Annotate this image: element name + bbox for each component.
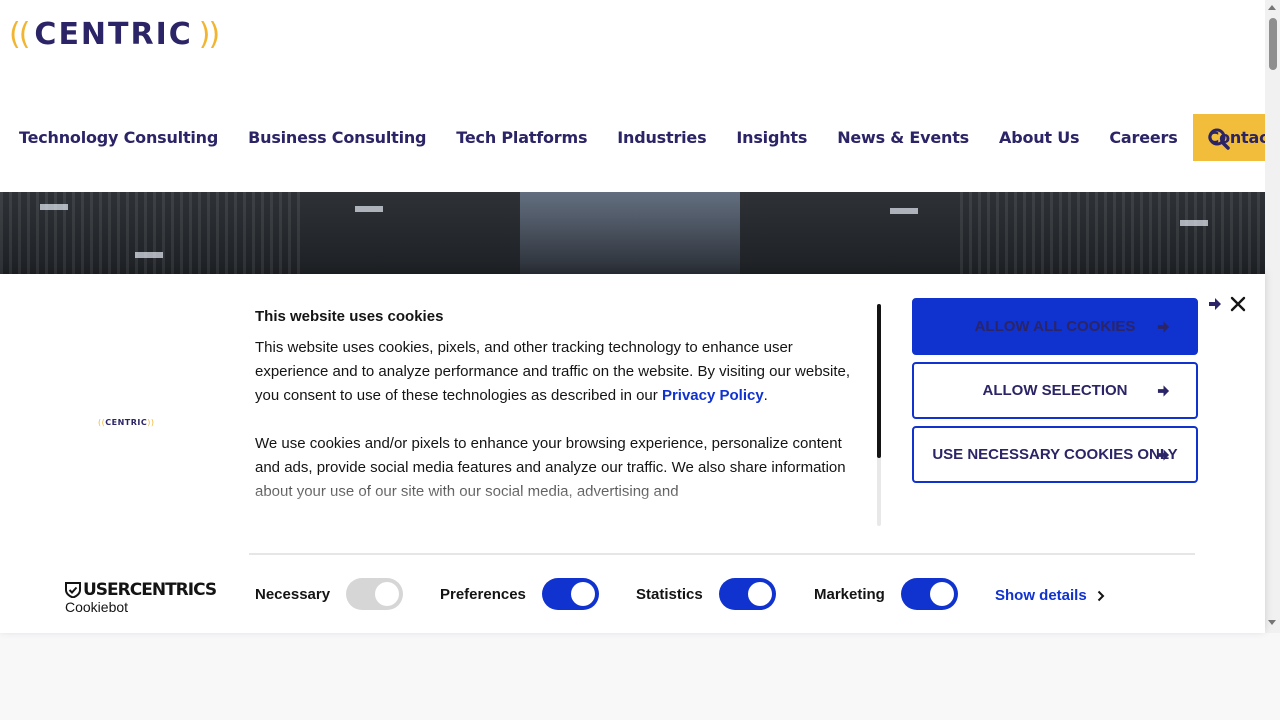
allow-selection-label: ALLOW SELECTION <box>982 382 1128 399</box>
site-header: (( CENTRIC )) Technology Consulting Busi… <box>0 0 1280 192</box>
nav-business-consulting[interactable]: Business Consulting <box>233 114 441 161</box>
logo-word: CENTRIC <box>34 16 193 52</box>
search-icon[interactable] <box>1206 126 1232 152</box>
necessary-only-label: USE NECESSARY COOKIES ONLY <box>932 446 1178 463</box>
nav-tech-platforms[interactable]: Tech Platforms <box>441 114 602 161</box>
toggle-label-preferences: Preferences <box>440 586 526 603</box>
banner-centric-logo: ((CENTRIC)) <box>98 418 155 427</box>
logo-paren-left: (( <box>9 16 30 52</box>
logo-paren-right: )) <box>198 16 220 52</box>
necessary-toggle <box>346 578 403 610</box>
hero-rack-right <box>960 192 1265 274</box>
usercentrics-cookiebot-logo[interactable]: USERCENTRICS Cookiebot <box>65 580 217 615</box>
preferences-toggle[interactable] <box>542 578 599 610</box>
banner-divider <box>249 553 1195 555</box>
marketing-toggle[interactable] <box>901 578 958 610</box>
nav-careers[interactable]: Careers <box>1094 114 1192 161</box>
scroll-up-arrow-icon[interactable] <box>1268 5 1276 10</box>
arrow-right-icon <box>1157 384 1170 397</box>
toggle-label-statistics: Statistics <box>636 586 703 603</box>
hero-image-server-room <box>0 192 1265 274</box>
usercentrics-brand-text: USERCENTRICS <box>83 580 217 600</box>
description-scroll-thumb[interactable] <box>877 304 881 458</box>
chevron-right-icon <box>1097 590 1105 601</box>
hero-highlight <box>890 208 918 214</box>
toggle-knob <box>375 582 399 606</box>
nav-industries[interactable]: Industries <box>602 114 721 161</box>
nav-news-events[interactable]: News & Events <box>822 114 984 161</box>
hero-highlight <box>1180 220 1208 226</box>
cookiebot-text: Cookiebot <box>65 599 129 615</box>
cookie-consent-banner: ((CENTRIC)) This website uses cookies Th… <box>0 274 1265 633</box>
main-nav: Technology Consulting Business Consultin… <box>4 114 1280 161</box>
hero-aisle-light <box>520 192 740 274</box>
centric-logo[interactable]: (( CENTRIC )) <box>9 16 220 52</box>
use-necessary-cookies-only-button[interactable]: USE NECESSARY COOKIES ONLY <box>912 426 1198 483</box>
toggle-label-necessary: Necessary <box>255 586 331 603</box>
hero-highlight <box>40 204 68 210</box>
allow-selection-button[interactable]: ALLOW SELECTION <box>912 362 1198 419</box>
hero-highlight <box>135 252 163 258</box>
arrow-right-icon <box>1157 320 1170 333</box>
shield-icon <box>65 582 81 598</box>
arrow-right-icon <box>1157 448 1170 461</box>
show-details-label: Show details <box>995 587 1087 604</box>
toggle-knob <box>930 582 954 606</box>
toggle-knob <box>748 582 772 606</box>
cookie-paragraph-1-end: . <box>763 387 768 404</box>
page-scrollbar[interactable] <box>1265 0 1280 633</box>
show-details-link[interactable]: Show details <box>995 587 1105 604</box>
allow-all-cookies-button[interactable]: ALLOW ALL COOKIES <box>912 298 1198 355</box>
statistics-toggle[interactable] <box>719 578 776 610</box>
page: (( CENTRIC )) Technology Consulting Busi… <box>0 0 1280 720</box>
banner-logo-paren-right: )) <box>147 418 155 427</box>
text-fade-overlay <box>255 474 855 526</box>
nav-about-us[interactable]: About Us <box>984 114 1094 161</box>
allow-all-label: ALLOW ALL COOKIES <box>974 318 1136 335</box>
toggle-knob <box>571 582 595 606</box>
close-icon[interactable] <box>1230 296 1246 312</box>
scroll-thumb[interactable] <box>1269 18 1277 70</box>
toggle-label-marketing: Marketing <box>814 586 885 603</box>
scroll-down-arrow-icon[interactable] <box>1268 620 1276 625</box>
hero-highlight <box>355 206 383 212</box>
banner-logo-word: CENTRIC <box>105 418 148 427</box>
privacy-policy-link[interactable]: Privacy Policy <box>662 387 764 404</box>
nav-insights[interactable]: Insights <box>721 114 822 161</box>
consent-toggles: Necessary Preferences Statistics Marketi… <box>255 578 1155 610</box>
usercentrics-brand: USERCENTRICS <box>65 580 217 600</box>
nav-technology-consulting[interactable]: Technology Consulting <box>4 114 233 161</box>
cookie-title: This website uses cookies <box>255 308 444 325</box>
cookie-paragraph-1: This website uses cookies, pixels, and o… <box>255 336 855 408</box>
arrow-right-icon <box>1209 298 1221 310</box>
close-banner-button[interactable] <box>1208 296 1246 312</box>
